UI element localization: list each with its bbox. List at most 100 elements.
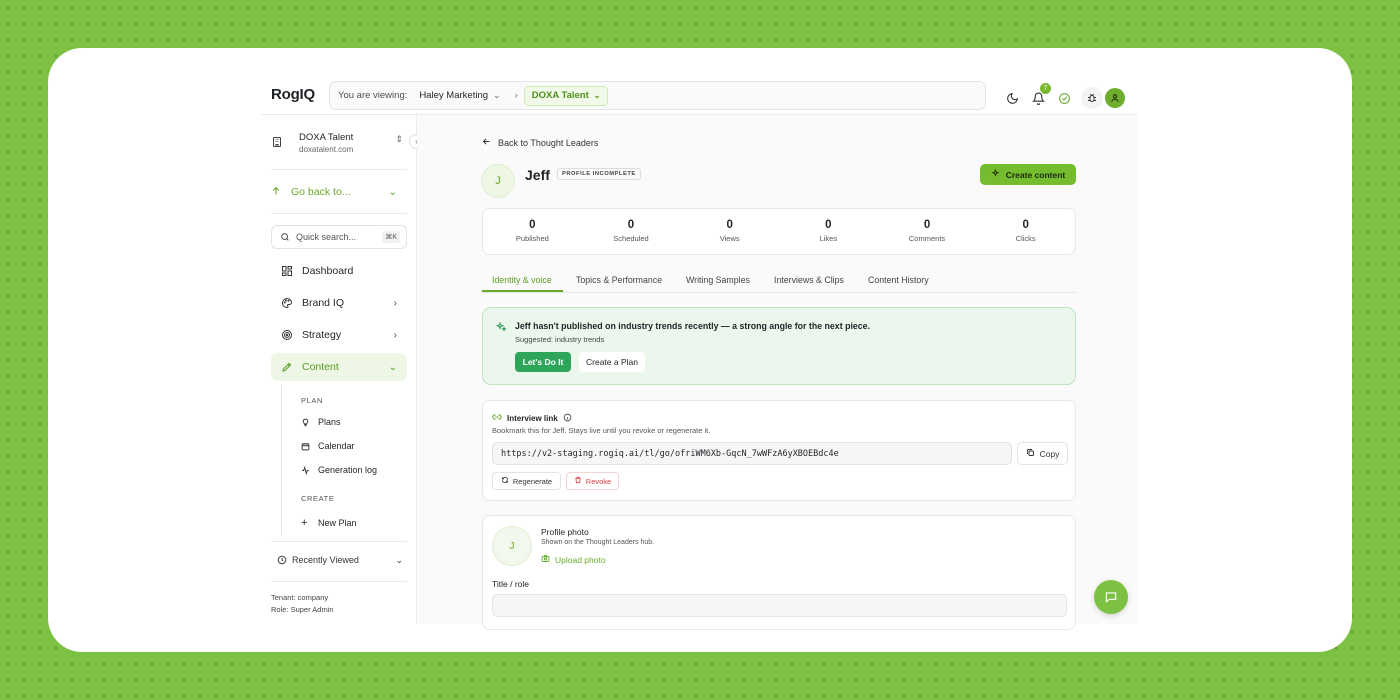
- sidebar-item-content[interactable]: Content ⌄: [271, 353, 407, 381]
- divider: [271, 169, 407, 170]
- check-circle-icon[interactable]: [1055, 89, 1073, 107]
- chat-icon: [1104, 590, 1118, 604]
- create-plan-button[interactable]: Create a Plan: [579, 352, 645, 372]
- role-info: Role: Super Admin: [271, 605, 334, 614]
- stat-label: Scheduled: [613, 234, 649, 243]
- main-content: Back to Thought Leaders J Jeff PROFILE I…: [418, 115, 1138, 630]
- top-bar: RogIQ You are viewing: Haley Marketing ⌄…: [261, 48, 1138, 115]
- profile-photo-title: Profile photo: [541, 527, 589, 537]
- quick-search-input[interactable]: Quick search... ⌘K: [271, 225, 407, 249]
- profile-tabs: Identity & voice Topics & Performance Wr…: [482, 270, 1076, 293]
- upload-photo-button[interactable]: Upload photo: [541, 554, 606, 565]
- chevron-up-down-icon: ⇕: [395, 134, 403, 144]
- dark-mode-icon[interactable]: [1003, 89, 1021, 107]
- revoke-label: Revoke: [585, 476, 612, 486]
- sidebar-item-strategy[interactable]: Strategy ›: [271, 321, 407, 349]
- sidebar: DOXA Talent doxatalent.com ⇕ ‹ Go back t…: [261, 115, 424, 624]
- talent-selector[interactable]: DOXA Talent ⌄: [523, 85, 609, 106]
- recently-viewed-toggle[interactable]: Recently Viewed ⌄: [277, 555, 403, 565]
- app-window: RogIQ You are viewing: Haley Marketing ⌄…: [48, 48, 1352, 652]
- create-content-label: Create content: [1005, 169, 1066, 180]
- viewing-label: You are viewing:: [338, 90, 408, 101]
- tab-interviews-clips[interactable]: Interviews & Clips: [774, 275, 844, 285]
- bug-report-icon[interactable]: [1081, 87, 1103, 109]
- stat-label: Clicks: [1015, 234, 1036, 243]
- submenu-item-generation-log[interactable]: Generation log: [301, 465, 377, 475]
- tenant-switcher[interactable]: DOXA Talent doxatalent.com ⇕: [271, 125, 403, 161]
- go-back-dropdown[interactable]: Go back to... ⌄: [271, 181, 407, 203]
- submenu-item-plans[interactable]: Plans: [301, 417, 341, 427]
- sidebar-item-label: Content: [302, 361, 339, 373]
- profile-status-badge: PROFILE INCOMPLETE: [557, 168, 641, 180]
- org-selector[interactable]: Haley Marketing: [419, 90, 488, 101]
- stat-label: Views: [719, 234, 740, 243]
- search-icon: [280, 232, 290, 242]
- submenu-item-calendar[interactable]: Calendar: [301, 441, 355, 451]
- target-icon: [280, 329, 293, 342]
- chat-button[interactable]: [1094, 580, 1128, 614]
- sidebar-item-label: Strategy: [302, 329, 342, 341]
- profile-photo-subtitle: Shown on the Thought Leaders hub.: [541, 539, 655, 546]
- profile-avatar: J: [481, 164, 515, 198]
- tab-content-history[interactable]: Content History: [868, 275, 929, 285]
- title-role-label: Title / role: [492, 579, 530, 589]
- divider: [271, 213, 407, 214]
- header-actions: 7: [1003, 83, 1125, 109]
- search-shortcut: ⌘K: [382, 231, 400, 243]
- interview-link-card: Interview link Bookmark this for Jeff. S…: [482, 400, 1076, 501]
- chevron-down-icon[interactable]: ⌄: [493, 90, 501, 101]
- regenerate-label: Regenerate: [512, 476, 553, 486]
- lets-do-it-button[interactable]: Let's Do It: [515, 352, 571, 372]
- divider: [271, 581, 407, 582]
- app-shell: RogIQ You are viewing: Haley Marketing ⌄…: [261, 48, 1138, 630]
- talent-selector-label: DOXA Talent: [531, 90, 589, 101]
- chevron-down-icon: ⌄: [395, 554, 403, 565]
- context-switcher: You are viewing: Haley Marketing ⌄ › DOX…: [329, 81, 986, 110]
- arrow-left-icon: [482, 137, 491, 148]
- user-avatar[interactable]: [1105, 88, 1125, 108]
- logo[interactable]: RogIQ: [271, 86, 315, 103]
- chevron-down-icon: ⌄: [388, 186, 397, 198]
- title-role-input[interactable]: [492, 594, 1067, 617]
- photo-avatar: J: [492, 526, 532, 566]
- chevron-down-icon: ⌄: [593, 91, 601, 100]
- interview-url-field[interactable]: https://v2-staging.rogiq.ai/tl/go/ofriWM…: [492, 442, 1012, 465]
- copy-label: Copy: [1039, 448, 1060, 459]
- notifications-icon[interactable]: 7: [1029, 83, 1051, 107]
- divider: [271, 541, 407, 542]
- create-content-button[interactable]: Create content: [980, 164, 1076, 185]
- dashboard-icon: [280, 265, 293, 278]
- sidebar-item-label: Brand IQ: [302, 297, 345, 309]
- tenant-info: Tenant: company: [271, 593, 329, 602]
- plus-icon: +: [301, 517, 308, 529]
- stat-value: 0: [726, 219, 733, 231]
- link-icon: [492, 412, 502, 424]
- upload-photo-label: Upload photo: [555, 554, 606, 565]
- info-icon[interactable]: [563, 413, 572, 424]
- sidebar-item-dashboard[interactable]: Dashboard: [271, 257, 407, 285]
- regenerate-button[interactable]: Regenerate: [492, 472, 561, 490]
- back-link[interactable]: Back to Thought Leaders: [482, 137, 598, 148]
- tab-writing-samples[interactable]: Writing Samples: [686, 275, 750, 285]
- sidebar-item-label: Dashboard: [302, 265, 354, 277]
- copy-button[interactable]: Copy: [1017, 442, 1068, 465]
- revoke-button[interactable]: Revoke: [566, 472, 619, 490]
- tab-topics-performance[interactable]: Topics & Performance: [576, 275, 662, 285]
- submenu-heading-create: CREATE: [301, 494, 335, 503]
- sidebar-item-brand-iq[interactable]: Brand IQ ›: [271, 289, 407, 317]
- interview-link-description: Bookmark this for Jeff. Stays live until…: [492, 426, 711, 435]
- stat-comments: 0 Comments: [878, 209, 977, 254]
- palette-icon: [280, 297, 293, 310]
- recently-viewed-label: Recently Viewed: [292, 555, 359, 565]
- tab-identity-voice[interactable]: Identity & voice: [492, 275, 552, 285]
- tenant-domain: doxatalent.com: [299, 145, 354, 154]
- stat-label: Likes: [819, 234, 838, 243]
- submenu-item-new-plan[interactable]: + New Plan: [301, 517, 357, 529]
- calendar-icon: [301, 442, 311, 451]
- stat-value: 0: [627, 219, 635, 231]
- sparkles-icon: [495, 320, 507, 338]
- profile-name: Jeff: [525, 167, 550, 183]
- refresh-icon: [501, 476, 509, 486]
- interview-link-title: Interview link: [507, 413, 558, 423]
- search-placeholder: Quick search...: [296, 232, 357, 242]
